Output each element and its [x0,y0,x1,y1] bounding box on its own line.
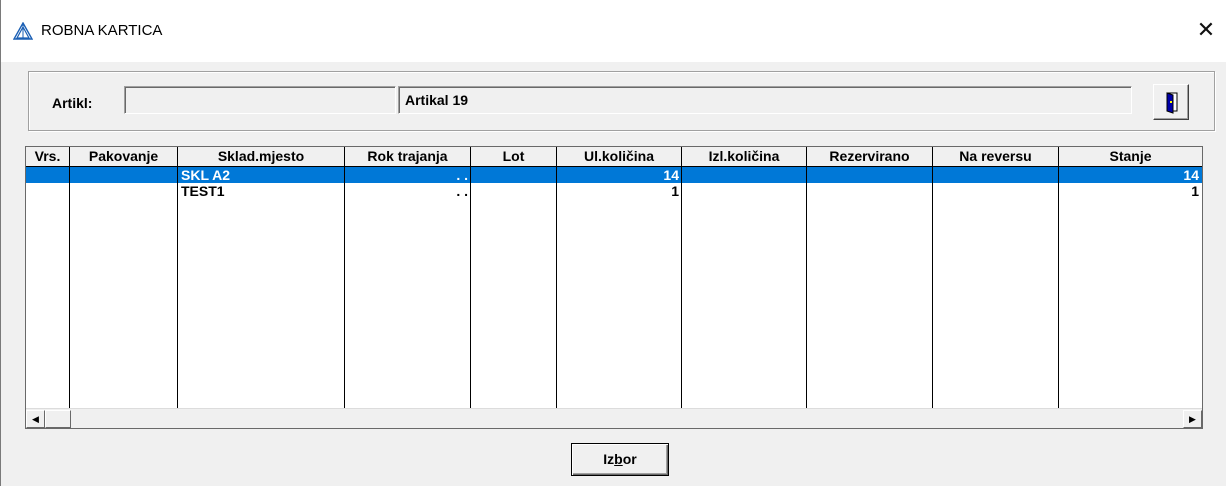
col-header-rezervirano[interactable]: Rezervirano [807,147,933,167]
cell-rok-trajanja: . . [456,167,468,183]
col-header-ul-kolicina[interactable]: Ul.količina [557,147,682,167]
dialog-client-area: Artikl: Artikal 19 Vrs. Pakovanje Sklad.… [1,62,1226,486]
col-header-pakovanje[interactable]: Pakovanje [70,147,178,167]
izbor-label-mnemonic: b [614,451,623,467]
col-header-lot[interactable]: Lot [471,147,557,167]
cell-ul-kolicina: 14 [663,167,679,183]
artikl-label: Artikl: [52,95,93,111]
table-row[interactable]: SKL A2 . . 14 14 [26,167,1202,183]
column-divider [556,167,557,408]
column-divider [69,167,70,408]
cell-stanje: 1 [1191,183,1199,199]
scroll-right-button[interactable]: ▶ [1183,410,1202,428]
izbor-button[interactable]: Izbor [571,443,669,476]
app-logo-icon [12,21,34,40]
cell-stanje: 14 [1183,167,1199,183]
cell-ul-kolicina: 1 [671,183,679,199]
column-divider [344,167,345,408]
column-divider [932,167,933,408]
horizontal-scrollbar[interactable]: ◀ ▶ [26,408,1202,428]
arrow-right-icon: ▶ [1189,414,1196,424]
cell-sklad-mjesto: SKL A2 [181,167,231,183]
window-title: ROBNA KARTICA [41,22,163,39]
column-divider [470,167,471,408]
cell-sklad-mjesto: TEST1 [181,183,225,199]
col-header-rok-trajanja[interactable]: Rok trajanja [345,147,471,167]
artikl-name-field[interactable]: Artikal 19 [398,86,1132,114]
artikl-code-field[interactable] [124,86,396,114]
col-header-izl-kolicina[interactable]: Izl.količina [682,147,807,167]
close-button[interactable]: ✕ [1192,16,1220,44]
exit-button[interactable] [1153,84,1189,120]
col-header-stanje[interactable]: Stanje [1059,147,1202,167]
cell-rok-trajanja: . . [456,183,468,199]
col-header-na-reversu[interactable]: Na reversu [933,147,1059,167]
arrow-left-icon: ◀ [32,414,39,424]
scroll-left-button[interactable]: ◀ [26,410,45,428]
col-header-vrs[interactable]: Vrs. [26,147,70,167]
izbor-label-prefix: Iz [603,451,615,467]
title-bar: ROBNA KARTICA ✕ [1,0,1226,62]
stock-table: Vrs. Pakovanje Sklad.mjesto Rok trajanja… [25,146,1203,429]
column-divider [1058,167,1059,408]
scrollbar-thumb[interactable] [45,410,71,428]
column-divider [177,167,178,408]
column-divider [681,167,682,408]
table-row[interactable]: TEST1 . . 1 1 [26,183,1202,199]
column-divider [806,167,807,408]
izbor-label-suffix: or [622,451,637,467]
col-header-sklad-mjesto[interactable]: Sklad.mjesto [178,147,345,167]
